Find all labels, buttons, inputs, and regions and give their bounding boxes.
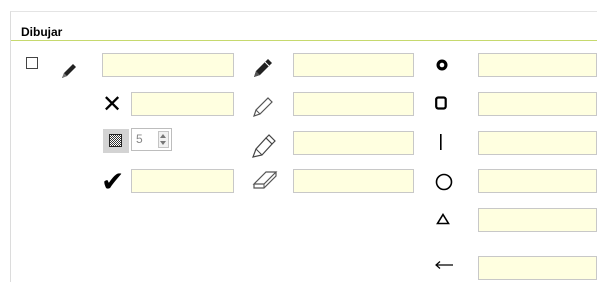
color-field-1[interactable] xyxy=(102,53,234,77)
spinner-value: 5 xyxy=(136,132,143,146)
fill-pattern-icon[interactable] xyxy=(103,129,129,153)
arrow-left-icon[interactable] xyxy=(434,260,454,270)
spin-up-icon[interactable] xyxy=(160,134,166,138)
shape-field-5[interactable] xyxy=(478,208,597,232)
pattern-size-spinner[interactable]: 5 xyxy=(131,128,172,151)
color-field-3[interactable] xyxy=(131,169,234,193)
triangle-icon[interactable] xyxy=(436,213,450,225)
checkmark-icon[interactable]: ✔ xyxy=(101,168,124,196)
x-mark-icon[interactable]: ✕ xyxy=(102,92,122,116)
tool-field-1[interactable] xyxy=(293,53,414,77)
highlighter-icon[interactable] xyxy=(250,132,276,160)
color-field-2[interactable] xyxy=(131,92,234,116)
spinner-buttons[interactable] xyxy=(158,131,169,148)
line-icon[interactable] xyxy=(438,133,444,151)
tool-field-4[interactable] xyxy=(293,169,414,193)
circle-icon[interactable] xyxy=(434,172,454,192)
point-icon[interactable] xyxy=(435,58,449,72)
pencil-outline-icon[interactable] xyxy=(250,94,276,120)
shape-field-6[interactable] xyxy=(478,256,597,280)
pencil-icon xyxy=(62,64,76,78)
shape-field-2[interactable] xyxy=(478,92,597,116)
pencil-solid-icon[interactable] xyxy=(250,55,276,81)
shape-field-1[interactable] xyxy=(478,53,597,77)
shape-field-4[interactable] xyxy=(478,169,597,193)
spin-down-icon[interactable] xyxy=(160,141,166,145)
title-divider xyxy=(11,40,597,41)
section-title: Dibujar xyxy=(21,25,63,39)
tool-field-3[interactable] xyxy=(293,131,414,155)
tool-field-2[interactable] xyxy=(293,92,414,116)
eraser-icon[interactable] xyxy=(250,166,280,192)
rectangle-icon[interactable] xyxy=(435,96,447,110)
draw-enable-checkbox[interactable] xyxy=(26,57,38,69)
shape-field-3[interactable] xyxy=(478,131,597,155)
